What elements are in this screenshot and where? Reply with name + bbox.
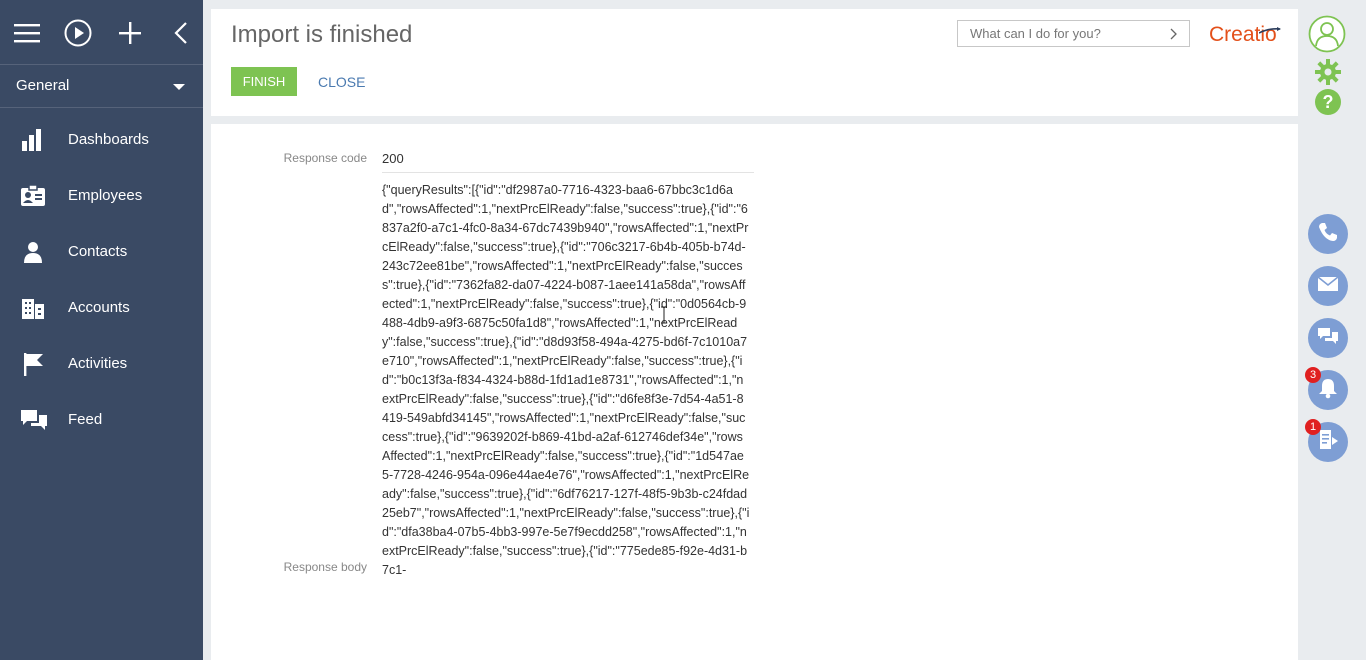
bell-icon (1318, 377, 1338, 404)
phone-button[interactable] (1308, 214, 1348, 254)
response-body-value: {"queryResults":[{"id":"df2987a0-7716-43… (382, 183, 750, 577)
sidebar-item-employees[interactable]: Employees (0, 168, 203, 224)
close-button[interactable]: CLOSE (318, 74, 365, 90)
collapse-icon[interactable] (166, 18, 196, 48)
flag-icon (20, 351, 46, 377)
left-sidebar: General Dashboards Employees Contacts Ac… (0, 0, 203, 660)
process-badge: 1 (1305, 419, 1321, 435)
workspace-label: General (16, 77, 70, 94)
sidebar-item-label: Activities (68, 355, 128, 372)
sidebar-item-label: Employees (68, 187, 143, 204)
sidebar-item-dashboards[interactable]: Dashboards (0, 112, 203, 168)
run-process-icon[interactable] (63, 18, 93, 48)
chat-button[interactable] (1308, 318, 1348, 358)
phone-icon (1318, 222, 1338, 247)
command-line[interactable] (957, 20, 1190, 47)
chevron-right-icon[interactable] (1167, 27, 1179, 40)
response-body-label: Response body (283, 560, 367, 574)
sidebar-item-contacts[interactable]: Contacts (0, 224, 203, 280)
response-code-label: Response code (283, 151, 367, 165)
svg-text:?: ? (1323, 92, 1334, 112)
sidebar-toolbar (0, 0, 203, 65)
menu-icon[interactable] (12, 18, 42, 48)
page-header: Import is finished FINISH CLOSE Creatio (211, 9, 1298, 116)
response-code-value: 200 (382, 151, 754, 173)
sidebar-item-activities[interactable]: Activities (0, 336, 203, 392)
sidebar-item-feed[interactable]: Feed (0, 392, 203, 448)
finish-button[interactable]: FINISH (231, 67, 297, 96)
add-icon[interactable] (115, 18, 145, 48)
sidebar-item-label: Contacts (68, 243, 128, 260)
envelope-icon (1317, 275, 1339, 297)
chat-icon (1317, 326, 1339, 351)
command-input[interactable] (968, 21, 1172, 46)
notifications-badge: 3 (1305, 367, 1321, 383)
gear-icon[interactable] (1314, 58, 1342, 86)
chevron-down-icon (173, 84, 185, 90)
help-icon[interactable]: ? (1314, 88, 1342, 116)
workspace-selector[interactable]: General (0, 65, 203, 108)
logo-swoosh-icon (1258, 22, 1281, 40)
accounts-icon (20, 295, 46, 321)
email-button[interactable] (1308, 266, 1348, 306)
ibeam-cursor-icon (660, 306, 667, 324)
page-title: Import is finished (231, 21, 413, 48)
section-nav: Dashboards Employees Contacts Accounts A… (0, 112, 203, 448)
dashboards-icon (20, 127, 46, 153)
sidebar-item-label: Feed (68, 411, 103, 428)
contacts-icon (20, 239, 46, 265)
employees-icon (20, 183, 46, 209)
response-card: Response code 200 Response body {"queryR… (211, 124, 1298, 660)
sidebar-item-label: Accounts (68, 299, 130, 316)
sidebar-item-label: Dashboards (68, 131, 149, 148)
sidebar-item-accounts[interactable]: Accounts (0, 280, 203, 336)
feed-icon (20, 407, 47, 433)
profile-avatar-icon[interactable] (1308, 15, 1346, 53)
process-icon (1318, 429, 1338, 456)
